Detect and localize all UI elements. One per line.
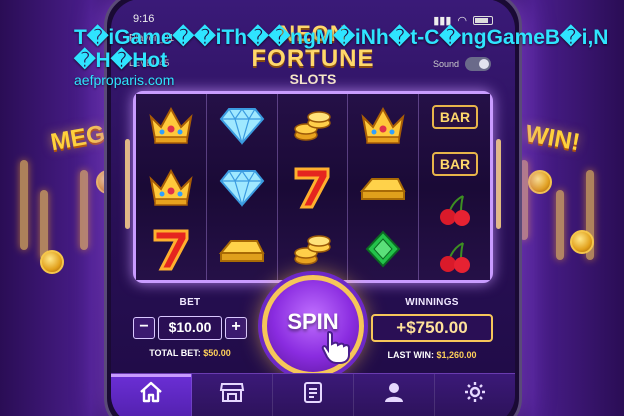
crown-icon [146,100,196,150]
bar-icon: BAR [430,99,480,135]
reel-2 [206,94,278,280]
emerald-icon [358,224,408,274]
settings-icon [463,380,487,416]
crown-icon [358,100,408,150]
reel-3 [277,94,349,280]
clock: 9:16 [133,13,155,25]
nav-profile[interactable] [354,374,435,416]
svg-text:BAR: BAR [439,156,469,172]
signal-icon: ▮▮▮ [433,14,452,27]
winnings-amount: +$750.00 [371,314,493,342]
cherries-icon [430,192,480,228]
last-win-label: LAST WIN: [387,350,434,360]
increase-bet-button[interactable]: + [225,317,247,339]
slot-reels: BAR BAR [133,91,493,283]
nav-settings[interactable] [435,374,515,416]
clipboard-icon [301,380,325,416]
seven-icon [287,162,337,212]
last-win: LAST WIN: $1,260.00 [371,350,493,360]
logo-line-3: SLOTS [289,71,337,87]
reel-rail-left [125,139,130,229]
profile-icon [382,380,406,416]
seven-icon [146,224,196,274]
nav-home[interactable] [111,374,192,416]
home-icon [138,380,164,416]
reel-4 [348,94,420,280]
bet-label: BET [179,297,201,308]
coin-icon [528,170,552,194]
total-bet-value: $50.00 [203,348,231,358]
diamond-icon [217,162,267,212]
pointer-hand-icon [321,330,351,371]
page-title: T�iGame��iTh��ngM�iNh�t-C�ngGameB�i,N�H�… [74,26,609,72]
decrease-bet-button[interactable]: − [133,317,155,339]
spin-button[interactable]: SPIN [262,275,364,377]
coin-icon [570,230,594,254]
total-bet-label: TOTAL BET: [149,348,201,358]
control-panel: BET − $10.00 + TOTAL BET: $50.00 SPIN WI… [117,275,509,377]
shop-icon [219,380,245,416]
site-url[interactable]: aefproparis.com [74,72,174,88]
nav-shop[interactable] [192,374,273,416]
reel-1 [136,94,207,280]
cherries-icon [430,239,480,275]
last-win-value: $1,260.00 [436,350,477,360]
coins-icon [287,224,337,274]
winnings-label: WINNINGS [405,297,459,308]
wifi-icon: ◠ [457,14,467,27]
bet-section: BET − $10.00 + TOTAL BET: $50.00 [133,297,247,358]
crown-icon [146,162,196,212]
gold-bar-icon [358,162,408,212]
diamond-icon [217,100,267,150]
nav-missions[interactable] [273,374,354,416]
winnings-section: WINNINGS +$750.00 LAST WIN: $1,260.00 [371,297,493,360]
total-bet: TOTAL BET: $50.00 [133,348,247,358]
bar-icon: BAR [430,146,480,182]
coins-icon [287,100,337,150]
reel-5: BAR BAR [419,94,490,280]
gold-bar-icon [217,224,267,274]
coin-icon [40,250,64,274]
reel-rail-right [496,139,501,229]
battery-icon [473,15,493,25]
svg-text:BAR: BAR [439,109,469,125]
bottom-nav [111,373,515,416]
bet-amount: $10.00 [158,316,222,340]
